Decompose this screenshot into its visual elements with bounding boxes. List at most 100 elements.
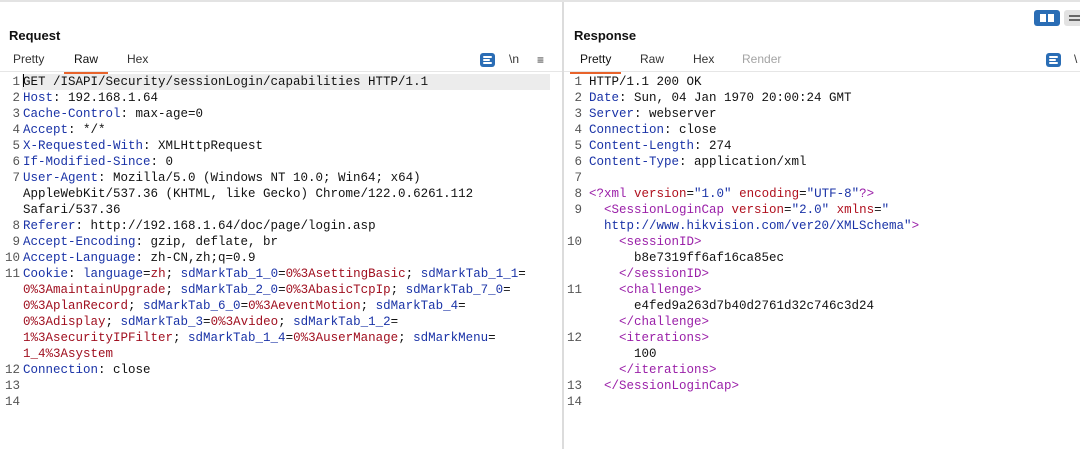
request-tabs: Pretty Raw Hex bbox=[0, 52, 562, 74]
code-token: sdMarkTab_3 bbox=[120, 315, 204, 329]
code-token: Date bbox=[589, 91, 620, 105]
line-number: 5 bbox=[12, 139, 20, 153]
code-token: = bbox=[390, 315, 399, 329]
code-token: : Mozilla/5.0 (Windows NT 10.0; Win64; x… bbox=[98, 171, 421, 185]
code-token: Connection bbox=[23, 363, 99, 377]
code-line: Accept: */* bbox=[23, 122, 106, 138]
code-token: e4fed9a263d7b40d2761d32c746c3d24 bbox=[589, 299, 875, 313]
code-token: : 192.168.1.64 bbox=[53, 91, 159, 105]
code-line: GET /ISAPI/Security/sessionLogin/capabil… bbox=[23, 74, 428, 90]
line-number: 4 bbox=[12, 123, 20, 137]
response-tab-render[interactable]: Render bbox=[742, 52, 781, 70]
code-token: version bbox=[731, 203, 785, 217]
line-number: 13 bbox=[566, 379, 582, 393]
code-token: Accept-Encoding bbox=[23, 235, 136, 249]
response-title: Response bbox=[574, 28, 637, 43]
line-number: 12 bbox=[4, 363, 20, 377]
code-token: <?xml bbox=[589, 187, 635, 201]
code-token: xmlns bbox=[836, 203, 875, 217]
code-token: = bbox=[784, 203, 792, 217]
code-token: language bbox=[83, 267, 144, 281]
code-line: Accept-Encoding: gzip, deflate, br bbox=[23, 234, 278, 250]
code-token: sdMarkTab_1_4 bbox=[188, 331, 286, 345]
response-pane: Response Pretty Raw Hex Render \ 1 HTTP/1… bbox=[564, 2, 1080, 449]
code-token: Cache-Control bbox=[23, 107, 121, 121]
code-line: 1%3AsecurityIPFilter; sdMarkTab_1_4=0%3A… bbox=[23, 330, 496, 346]
code-line: </sessionID> bbox=[589, 266, 709, 282]
code-token: </challenge> bbox=[589, 315, 710, 329]
code-token: = bbox=[503, 283, 511, 297]
code-token: ; bbox=[398, 331, 414, 345]
code-line: User-Agent: Mozilla/5.0 (Windows NT 10.0… bbox=[23, 170, 421, 186]
request-pane: Request Pretty Raw Hex \n ≡ 1 GET /ISAPI/… bbox=[0, 2, 562, 449]
split-layout-icon[interactable] bbox=[1034, 10, 1060, 26]
request-tab-hex[interactable]: Hex bbox=[127, 52, 148, 70]
request-newline-toggle[interactable]: \n bbox=[509, 52, 519, 66]
code-token: = bbox=[874, 203, 882, 217]
code-token: 0%3Avideo bbox=[210, 315, 279, 329]
response-wrap-icon[interactable] bbox=[1046, 53, 1061, 67]
code-token: 0%3AbasicTcpIp bbox=[285, 283, 391, 297]
request-wrap-icon[interactable] bbox=[480, 53, 495, 67]
code-token: ; bbox=[173, 331, 189, 345]
code-line: AppleWebKit/537.36 (KHTML, like Gecko) C… bbox=[23, 186, 473, 202]
code-token: If-Modified-Since bbox=[23, 155, 151, 169]
code-token: 100 bbox=[589, 347, 657, 361]
line-number: 10 bbox=[566, 235, 582, 249]
code-line: If-Modified-Since: 0 bbox=[23, 154, 173, 170]
code-line: Content-Length: 274 bbox=[589, 138, 732, 154]
line-number: 6 bbox=[12, 155, 20, 169]
line-number: 7 bbox=[574, 171, 582, 185]
line-number: 8 bbox=[12, 219, 20, 233]
response-tab-raw[interactable]: Raw bbox=[640, 52, 664, 70]
code-token: version bbox=[634, 187, 687, 201]
code-token: </SessionLoginCap> bbox=[589, 379, 740, 393]
response-tab-pretty[interactable]: Pretty bbox=[569, 52, 622, 74]
code-line: 100 bbox=[589, 346, 657, 362]
response-newline-toggle[interactable]: \ bbox=[1074, 52, 1077, 66]
code-token: = bbox=[799, 187, 807, 201]
request-title: Request bbox=[9, 28, 61, 43]
code-token: : XMLHttpRequest bbox=[143, 139, 264, 153]
code-token: X-Requested-With bbox=[23, 139, 144, 153]
code-line: 0%3Adisplay; sdMarkTab_3=0%3Avideo; sdMa… bbox=[23, 314, 398, 330]
code-token: : 274 bbox=[694, 139, 732, 153]
code-token: sdMarkTab_6_0 bbox=[143, 299, 241, 313]
code-token: "1.0" bbox=[694, 187, 732, 201]
code-token: Content-Length bbox=[589, 139, 695, 153]
line-number: 4 bbox=[574, 123, 582, 137]
request-tab-raw[interactable]: Raw bbox=[63, 52, 109, 74]
code-token: AppleWebKit/537.36 (KHTML, like Gecko) C… bbox=[23, 187, 474, 201]
code-token: sdMarkTab_2_0 bbox=[180, 283, 279, 297]
code-line: Host: 192.168.1.64 bbox=[23, 90, 158, 106]
code-token: sdMarkTab_1_0 bbox=[180, 267, 279, 281]
code-token: 1%3AsecurityIPFilter bbox=[23, 331, 174, 345]
code-token: sdMarkTab_1_2 bbox=[293, 315, 391, 329]
hamburger-menu-icon[interactable]: ≡ bbox=[537, 53, 544, 67]
code-token: : close bbox=[98, 363, 151, 377]
line-number: 9 bbox=[12, 235, 20, 249]
code-token: : http://192.168.1.64/doc/page/login.asp bbox=[75, 219, 376, 233]
code-token: : */* bbox=[68, 123, 106, 137]
response-tab-hex[interactable]: Hex bbox=[693, 52, 714, 70]
line-number: 7 bbox=[12, 171, 20, 185]
code-line: Cookie: language=zh; sdMarkTab_1_0=0%3As… bbox=[23, 266, 526, 282]
line-number: 3 bbox=[12, 107, 20, 121]
stacked-layout-icon[interactable] bbox=[1064, 10, 1080, 26]
code-token: : application/xml bbox=[679, 155, 807, 169]
code-line: X-Requested-With: XMLHttpRequest bbox=[23, 138, 263, 154]
line-number: 14 bbox=[566, 395, 582, 409]
code-token: : webserver bbox=[634, 107, 717, 121]
code-token: ; bbox=[360, 299, 376, 313]
line-number: 9 bbox=[574, 203, 582, 217]
code-line: b8e7319ff6af16ca85ec bbox=[589, 250, 784, 266]
request-tab-pretty[interactable]: Pretty bbox=[13, 52, 44, 70]
code-token: Accept bbox=[23, 123, 69, 137]
code-token: ; bbox=[405, 267, 421, 281]
code-token: ; bbox=[165, 267, 181, 281]
code-token: = bbox=[203, 315, 211, 329]
line-number: 1 bbox=[12, 75, 20, 89]
response-tab-separator bbox=[564, 71, 1080, 72]
code-line: <challenge> bbox=[589, 282, 702, 298]
